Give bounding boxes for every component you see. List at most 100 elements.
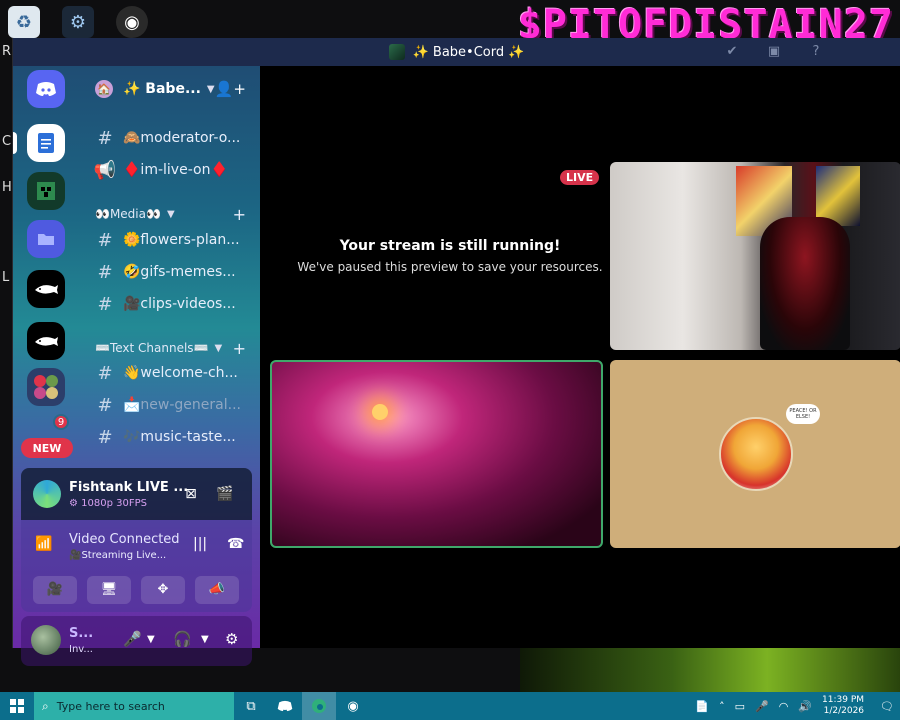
desktop-edge-letter: C <box>2 134 12 149</box>
channel-welcome[interactable]: # 👋welcome-ch... <box>93 359 258 387</box>
battery-icon[interactable]: ▭ <box>735 700 745 713</box>
chevron-down-icon[interactable]: ▼ <box>201 634 209 645</box>
shark-server-icon[interactable] <box>27 270 65 308</box>
server-header[interactable]: 🏠 ✨ Babe... ▼ 👤+ <box>85 74 260 104</box>
video-tile-purple-room[interactable] <box>270 360 603 548</box>
edge-taskbar-icon[interactable] <box>302 692 336 720</box>
title-bar[interactable]: ✨ Babe•Cord ✨ ✔ ▣ ? <box>13 38 900 66</box>
stream-stage: LIVE Your stream is still running! We've… <box>260 66 900 648</box>
docs-server-icon[interactable] <box>27 124 65 162</box>
minecraft-server-icon[interactable] <box>27 172 65 210</box>
microphone-icon[interactable]: 🎤 <box>755 700 769 713</box>
hash-icon: # <box>97 127 113 149</box>
username[interactable]: S... <box>69 626 93 641</box>
video-tile-room[interactable] <box>610 162 900 350</box>
taskbar-search-input[interactable]: ⌕ Type here to search <box>34 692 234 720</box>
add-channel-icon[interactable]: + <box>233 205 246 224</box>
video-tile-avatar[interactable]: PEACE! OR ELSE! <box>610 360 900 548</box>
chevron-down-icon: ▼ <box>166 208 175 220</box>
volume-icon[interactable]: 🔊 <box>798 700 812 713</box>
user-avatar-image <box>718 417 793 491</box>
paused-subtitle: We've paused this preview to save your r… <box>297 260 603 274</box>
voice-status-title[interactable]: Video Connected <box>69 532 180 547</box>
steam-icon[interactable]: ⚙ <box>62 6 94 38</box>
hash-icon: # <box>97 394 113 416</box>
chevron-down-icon: ▼ <box>206 83 215 95</box>
channel-label: 🎥clips-videos... <box>123 296 236 312</box>
shark-server-icon[interactable] <box>27 322 65 360</box>
soundboard-button[interactable]: 📣 <box>195 576 239 604</box>
discord-home-icon[interactable] <box>27 70 65 108</box>
noise-suppression-icon[interactable]: ||| <box>193 536 207 552</box>
channel-label: 📩new-general... <box>123 397 241 413</box>
windows-start-icon[interactable] <box>0 692 34 720</box>
channel-music-taste[interactable]: # 🎶music-taste... <box>93 423 258 451</box>
network-icon[interactable]: ◠ <box>779 700 789 713</box>
clock[interactable]: 11:39 PM 1/2/2026 <box>822 695 870 717</box>
channel-label: 👋welcome-ch... <box>123 365 238 381</box>
activities-button[interactable]: ✥ <box>141 576 185 604</box>
new-badge[interactable]: NEW <box>21 438 73 458</box>
hash-icon: # <box>97 261 113 283</box>
inbox-icon[interactable]: ✔ <box>724 44 740 60</box>
folder-icon[interactable] <box>27 220 65 258</box>
category-media[interactable]: 👀Media👀 ▼ + <box>95 204 260 224</box>
active-server-pill <box>13 132 17 154</box>
obs-taskbar-icon[interactable]: ◉ <box>336 692 370 720</box>
stream-app-icon <box>33 480 61 508</box>
channel-flowers[interactable]: # 🌼flowers-plan... <box>93 226 258 254</box>
stop-stream-icon[interactable]: ⊠ <box>179 482 203 506</box>
taskbar: ⌕ Type here to search ⧉ ◉ 📄 ˄ ▭ 🎤 ◠ 🔊 11… <box>0 692 900 720</box>
voice-status-subtitle: 🎥Streaming Live... <box>69 550 167 561</box>
hash-icon: # <box>97 229 113 251</box>
discord-window: ✨ Babe•Cord ✨ ✔ ▣ ? 9 NEW 🏠 ✨ Babe... ▼ … <box>12 38 900 666</box>
paused-title: Your stream is still running! <box>339 238 561 254</box>
add-channel-icon[interactable]: + <box>233 339 246 358</box>
server-emblem-icon: 🏠 <box>95 80 113 98</box>
window-icon[interactable]: ▣ <box>766 44 782 60</box>
sidebar: 9 NEW 🏠 ✨ Babe... ▼ 👤+ # 🙈moderator-o...… <box>13 66 260 666</box>
discord-taskbar-icon[interactable] <box>268 692 302 720</box>
camera-button[interactable]: 🎥 <box>33 576 77 604</box>
chevron-up-icon[interactable]: ˄ <box>719 700 725 713</box>
microphone-icon[interactable]: 🎤 <box>123 630 142 648</box>
channel-label: ♦️im-live-on♦️ <box>123 162 228 178</box>
category-text-channels[interactable]: ⌨️Text Channels⌨️ ▼ + <box>95 338 260 358</box>
document-icon[interactable]: 📄 <box>695 700 709 713</box>
channel-moderator[interactable]: # 🙈moderator-o... <box>93 124 258 152</box>
server-name: ✨ Babe... <box>123 81 201 97</box>
hash-icon: # <box>97 293 113 315</box>
search-placeholder: Type here to search <box>56 699 165 713</box>
avatar[interactable] <box>31 625 61 655</box>
server-folder-icon[interactable] <box>27 368 65 406</box>
channel-clips-videos[interactable]: # 🎥clips-videos... <box>93 290 258 318</box>
disconnect-icon[interactable]: ☎ <box>227 536 244 552</box>
voice-panel: 📶 Video Connected 🎥Streaming Live... |||… <box>21 520 252 612</box>
stream-panel: Fishtank LIVE ... ⚙ 1080p 30FPS ⊠ 🎬 <box>21 468 252 520</box>
chevron-down-icon[interactable]: ▼ <box>147 634 155 645</box>
screenshare-button[interactable]: 🖥 <box>87 576 131 604</box>
user-status: Inv... <box>69 644 93 655</box>
channel-gifs-memes[interactable]: # 🤣gifs-memes... <box>93 258 258 286</box>
recycle-bin-icon[interactable]: ♻ <box>8 6 40 38</box>
headphones-icon[interactable]: 🎧 <box>173 630 192 648</box>
settings-gear-icon[interactable]: ⚙ <box>225 630 238 648</box>
search-icon: ⌕ <box>42 698 49 713</box>
quality-settings-icon: ⚙ <box>69 498 82 509</box>
channel-new-general[interactable]: # 📩new-general... <box>93 391 258 419</box>
category-label: 👀Media👀 <box>95 207 161 221</box>
clock-date: 1/2/2026 <box>823 706 865 716</box>
notifications-icon[interactable]: 🗨 <box>880 700 894 713</box>
signal-icon[interactable]: 📶 <box>35 536 52 552</box>
clip-icon[interactable]: 🎬 <box>213 482 237 506</box>
channel-label: 🤣gifs-memes... <box>123 264 236 280</box>
server-thumbnail-icon <box>388 44 405 60</box>
stream-quality-label: 1080p 30FPS <box>81 498 147 509</box>
help-icon[interactable]: ? <box>808 44 824 60</box>
window-title-text: ✨ Babe•Cord ✨ <box>412 44 525 60</box>
add-member-icon[interactable]: 👤+ <box>215 80 246 98</box>
task-view-icon[interactable]: ⧉ <box>234 692 268 720</box>
obs-icon[interactable]: ◉ <box>116 6 148 38</box>
hash-icon: # <box>97 426 113 448</box>
channel-im-live-on[interactable]: 📢 ♦️im-live-on♦️ <box>93 156 258 184</box>
